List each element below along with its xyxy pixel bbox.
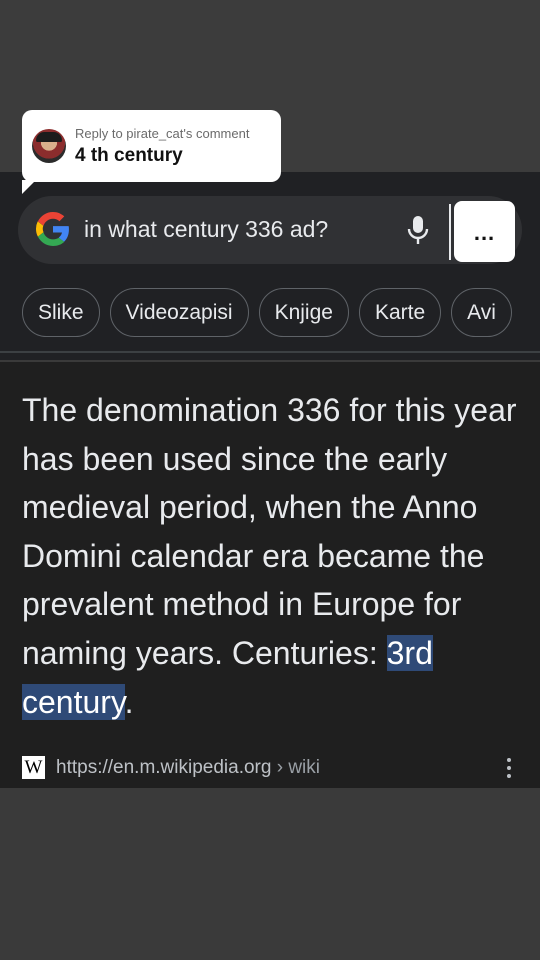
featured-snippet-text: The denomination 336 for this year has b…	[22, 386, 522, 726]
reply-text: Reply to pirate_cat's comment 4 th centu…	[75, 126, 249, 167]
source-url[interactable]: https://en.m.wikipedia.org › wiki	[56, 757, 320, 779]
chip-flights[interactable]: Avi	[451, 288, 512, 337]
microphone-icon[interactable]	[406, 214, 430, 246]
search-bar[interactable]: in what century 336 ad?	[18, 196, 522, 264]
chip-books[interactable]: Knjige	[258, 288, 349, 337]
search-input[interactable]: in what century 336 ad?	[84, 216, 328, 243]
toolbar-divider	[449, 204, 451, 260]
search-filter-chips: Slike Videozapisi Knjige Karte Avi	[22, 288, 512, 337]
google-g-icon	[36, 212, 69, 246]
avatar	[32, 129, 66, 163]
source-link[interactable]: W https://en.m.wikipedia.org › wiki	[22, 756, 320, 779]
more-options-button[interactable]: ...	[454, 201, 515, 262]
source-breadcrumb: › wiki	[271, 756, 321, 778]
chip-images[interactable]: Slike	[22, 288, 100, 337]
video-overlay-bottom	[0, 788, 540, 960]
reply-caption: Reply to pirate_cat's comment	[75, 125, 250, 141]
chip-videos[interactable]: Videozapisi	[109, 288, 249, 337]
source-domain: https://en.m.wikipedia.org	[56, 756, 272, 778]
snippet-end: .	[124, 683, 134, 720]
chips-divider	[0, 351, 540, 353]
wikipedia-icon: W	[22, 756, 45, 779]
kebab-menu-icon[interactable]	[505, 758, 513, 778]
reply-comment-bubble[interactable]: Reply to pirate_cat's comment 4 th centu…	[22, 110, 281, 194]
chip-maps[interactable]: Karte	[358, 288, 442, 337]
reply-comment: 4 th century	[75, 144, 183, 166]
snippet-body: The denomination 336 for this year has b…	[22, 392, 517, 671]
